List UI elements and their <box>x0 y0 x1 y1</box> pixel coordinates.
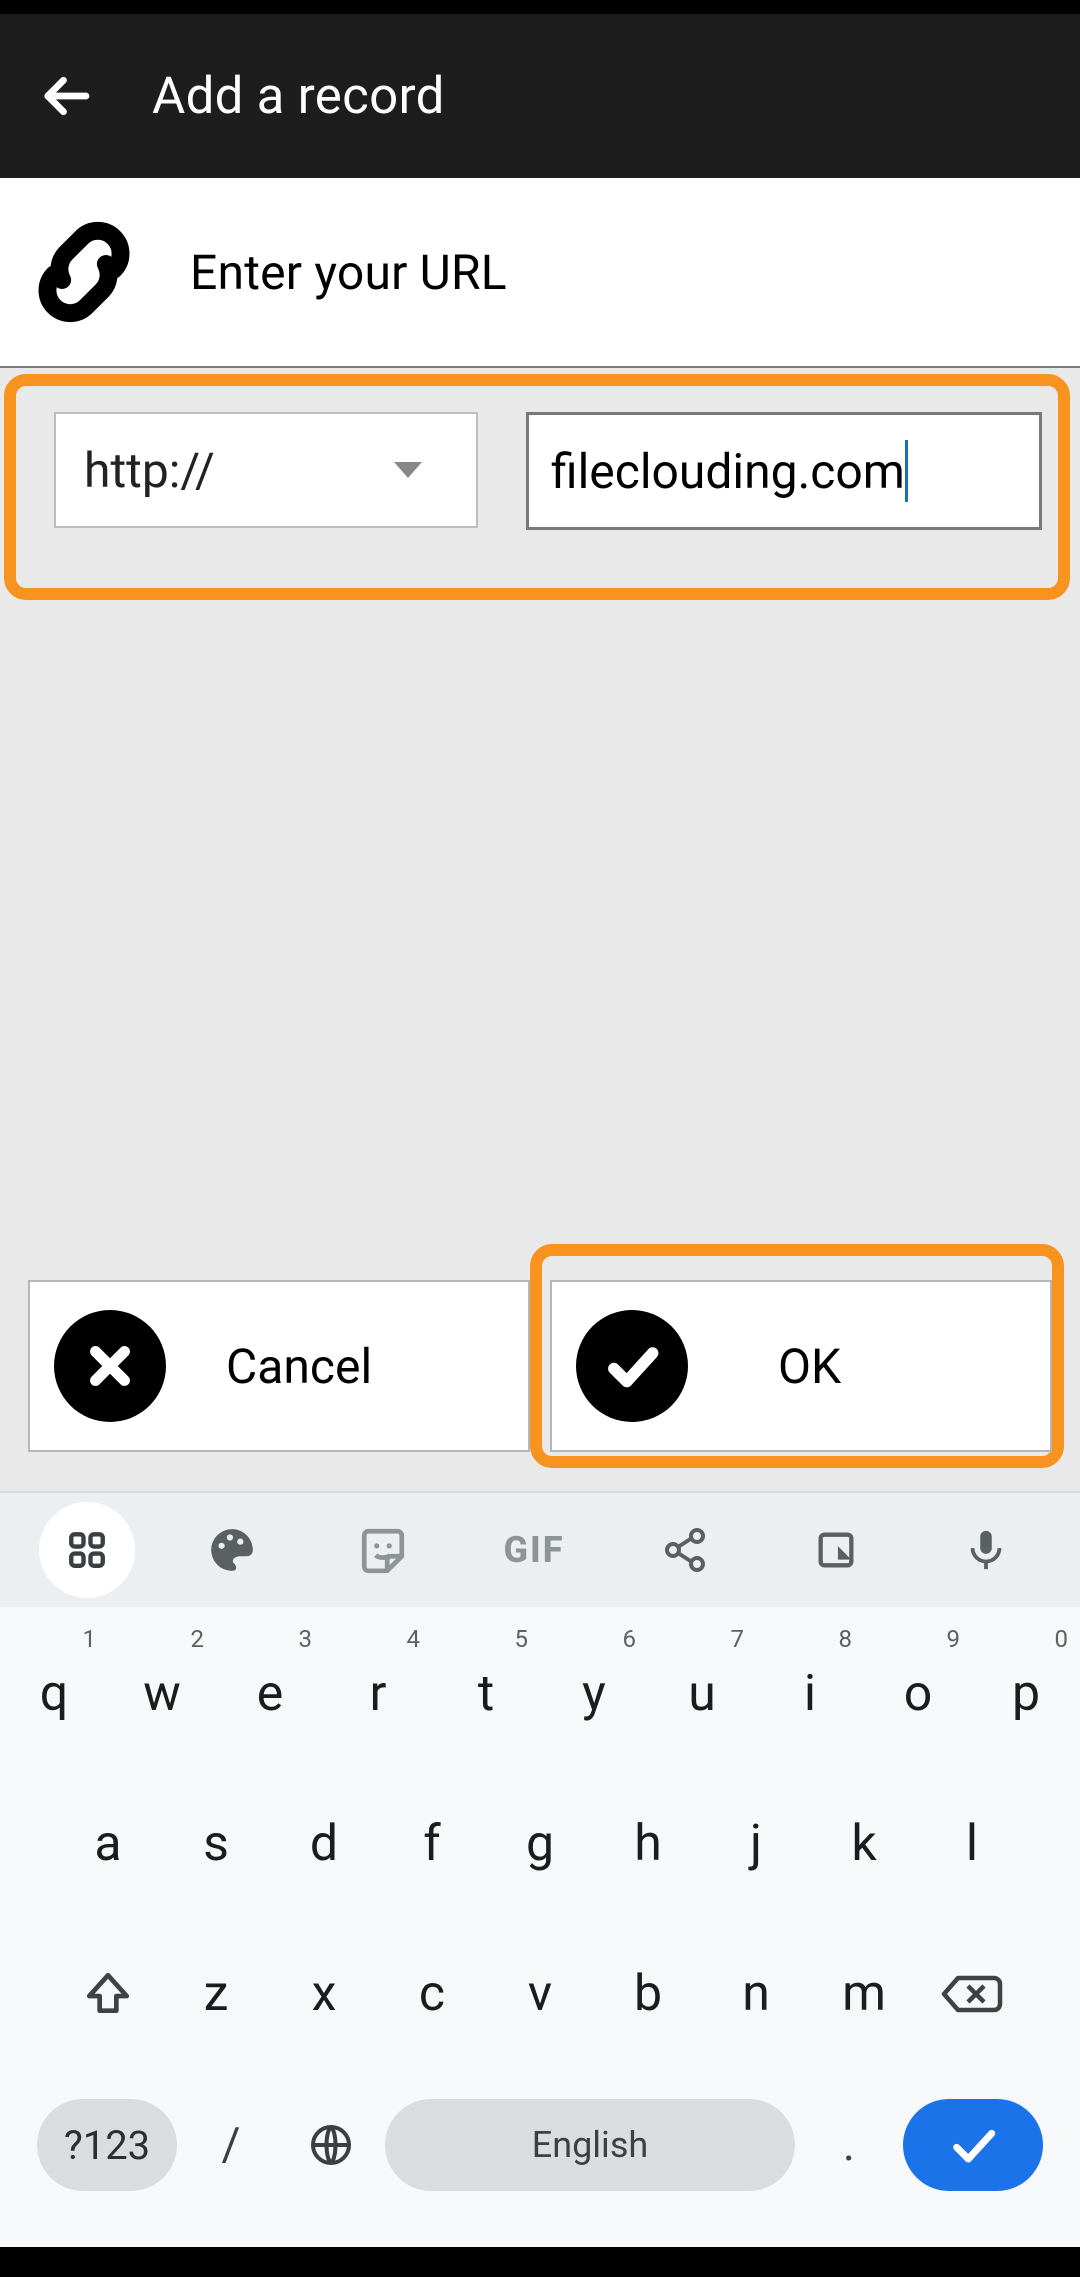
app-header: Add a record <box>0 14 1080 178</box>
palette-icon[interactable] <box>178 1496 286 1604</box>
key-p[interactable]: 0p <box>972 1619 1080 1769</box>
key-f[interactable]: f <box>378 1769 486 1919</box>
ok-button[interactable]: OK <box>550 1280 1052 1452</box>
key-row-4: ?123 / English . <box>0 2069 1080 2209</box>
gif-icon[interactable]: GIF <box>480 1496 588 1604</box>
cancel-label: Cancel <box>226 1338 528 1395</box>
key-e[interactable]: 3e <box>216 1619 324 1769</box>
backspace-key[interactable] <box>918 1919 1026 2069</box>
keyboard-toolbar: GIF <box>0 1491 1080 1607</box>
soft-keyboard: GIF 1q2w3e4r5t6y7u8i9o0p asdfghjkl zxcvb… <box>0 1491 1080 2247</box>
key-o[interactable]: 9o <box>864 1619 972 1769</box>
period-key[interactable]: . <box>803 2118 895 2172</box>
url-input[interactable]: fileclouding.com <box>526 412 1042 530</box>
close-icon <box>54 1310 166 1422</box>
globe-key[interactable] <box>285 2121 377 2169</box>
protocol-dropdown[interactable]: http:// <box>54 412 478 528</box>
status-bar <box>0 0 1080 14</box>
key-l[interactable]: l <box>918 1769 1026 1919</box>
key-h[interactable]: h <box>594 1769 702 1919</box>
key-x[interactable]: x <box>270 1919 378 2069</box>
key-t[interactable]: 5t <box>432 1619 540 1769</box>
key-row-3: zxcvbnm <box>0 1919 1080 2069</box>
key-r[interactable]: 4r <box>324 1619 432 1769</box>
key-row-1: 1q2w3e4r5t6y7u8i9o0p <box>0 1619 1080 1769</box>
page-title: Add a record <box>152 67 445 126</box>
keyboard-rows: 1q2w3e4r5t6y7u8i9o0p asdfghjkl zxcvbnm ?… <box>0 1607 1080 2247</box>
key-j[interactable]: j <box>702 1769 810 1919</box>
chevron-down-icon <box>394 462 422 478</box>
key-i[interactable]: 8i <box>756 1619 864 1769</box>
key-c[interactable]: c <box>378 1919 486 2069</box>
key-k[interactable]: k <box>810 1769 918 1919</box>
url-inputs-row: http:// fileclouding.com <box>54 412 1042 532</box>
share-icon[interactable] <box>631 1496 739 1604</box>
navigation-bar <box>0 2247 1080 2277</box>
key-row-2: asdfghjkl <box>0 1769 1080 1919</box>
symbols-key[interactable]: ?123 <box>37 2099 177 2191</box>
key-y[interactable]: 6y <box>540 1619 648 1769</box>
action-buttons: Cancel OK <box>28 1280 1052 1452</box>
key-g[interactable]: g <box>486 1769 594 1919</box>
url-input-value: fileclouding.com <box>551 443 905 500</box>
shift-key[interactable] <box>54 1919 162 2069</box>
clipboard-icon[interactable] <box>782 1496 890 1604</box>
key-b[interactable]: b <box>594 1919 702 2069</box>
back-button[interactable] <box>38 66 98 126</box>
key-n[interactable]: n <box>702 1919 810 2069</box>
key-u[interactable]: 7u <box>648 1619 756 1769</box>
protocol-value: http:// <box>84 442 215 499</box>
slash-key[interactable]: / <box>185 2118 277 2172</box>
arrow-left-icon <box>41 69 95 123</box>
key-d[interactable]: d <box>270 1769 378 1919</box>
key-a[interactable]: a <box>54 1769 162 1919</box>
cancel-button[interactable]: Cancel <box>28 1280 530 1452</box>
language-key[interactable]: English <box>385 2099 795 2191</box>
key-v[interactable]: v <box>486 1919 594 2069</box>
url-label-bar: Enter your URL <box>0 178 1080 368</box>
enter-key[interactable] <box>903 2099 1043 2191</box>
form-area: http:// fileclouding.com Cancel OK <box>0 368 1080 1491</box>
check-icon <box>576 1310 688 1422</box>
ok-label: OK <box>748 1338 1050 1395</box>
key-w[interactable]: 2w <box>108 1619 216 1769</box>
key-m[interactable]: m <box>810 1919 918 2069</box>
mic-icon[interactable] <box>932 1496 1040 1604</box>
text-cursor <box>905 440 908 502</box>
sticker-icon[interactable] <box>329 1496 437 1604</box>
link-icon <box>32 220 136 324</box>
key-s[interactable]: s <box>162 1769 270 1919</box>
key-z[interactable]: z <box>162 1919 270 2069</box>
url-label-text: Enter your URL <box>190 244 507 301</box>
key-q[interactable]: 1q <box>0 1619 108 1769</box>
apps-icon[interactable] <box>39 1502 135 1598</box>
